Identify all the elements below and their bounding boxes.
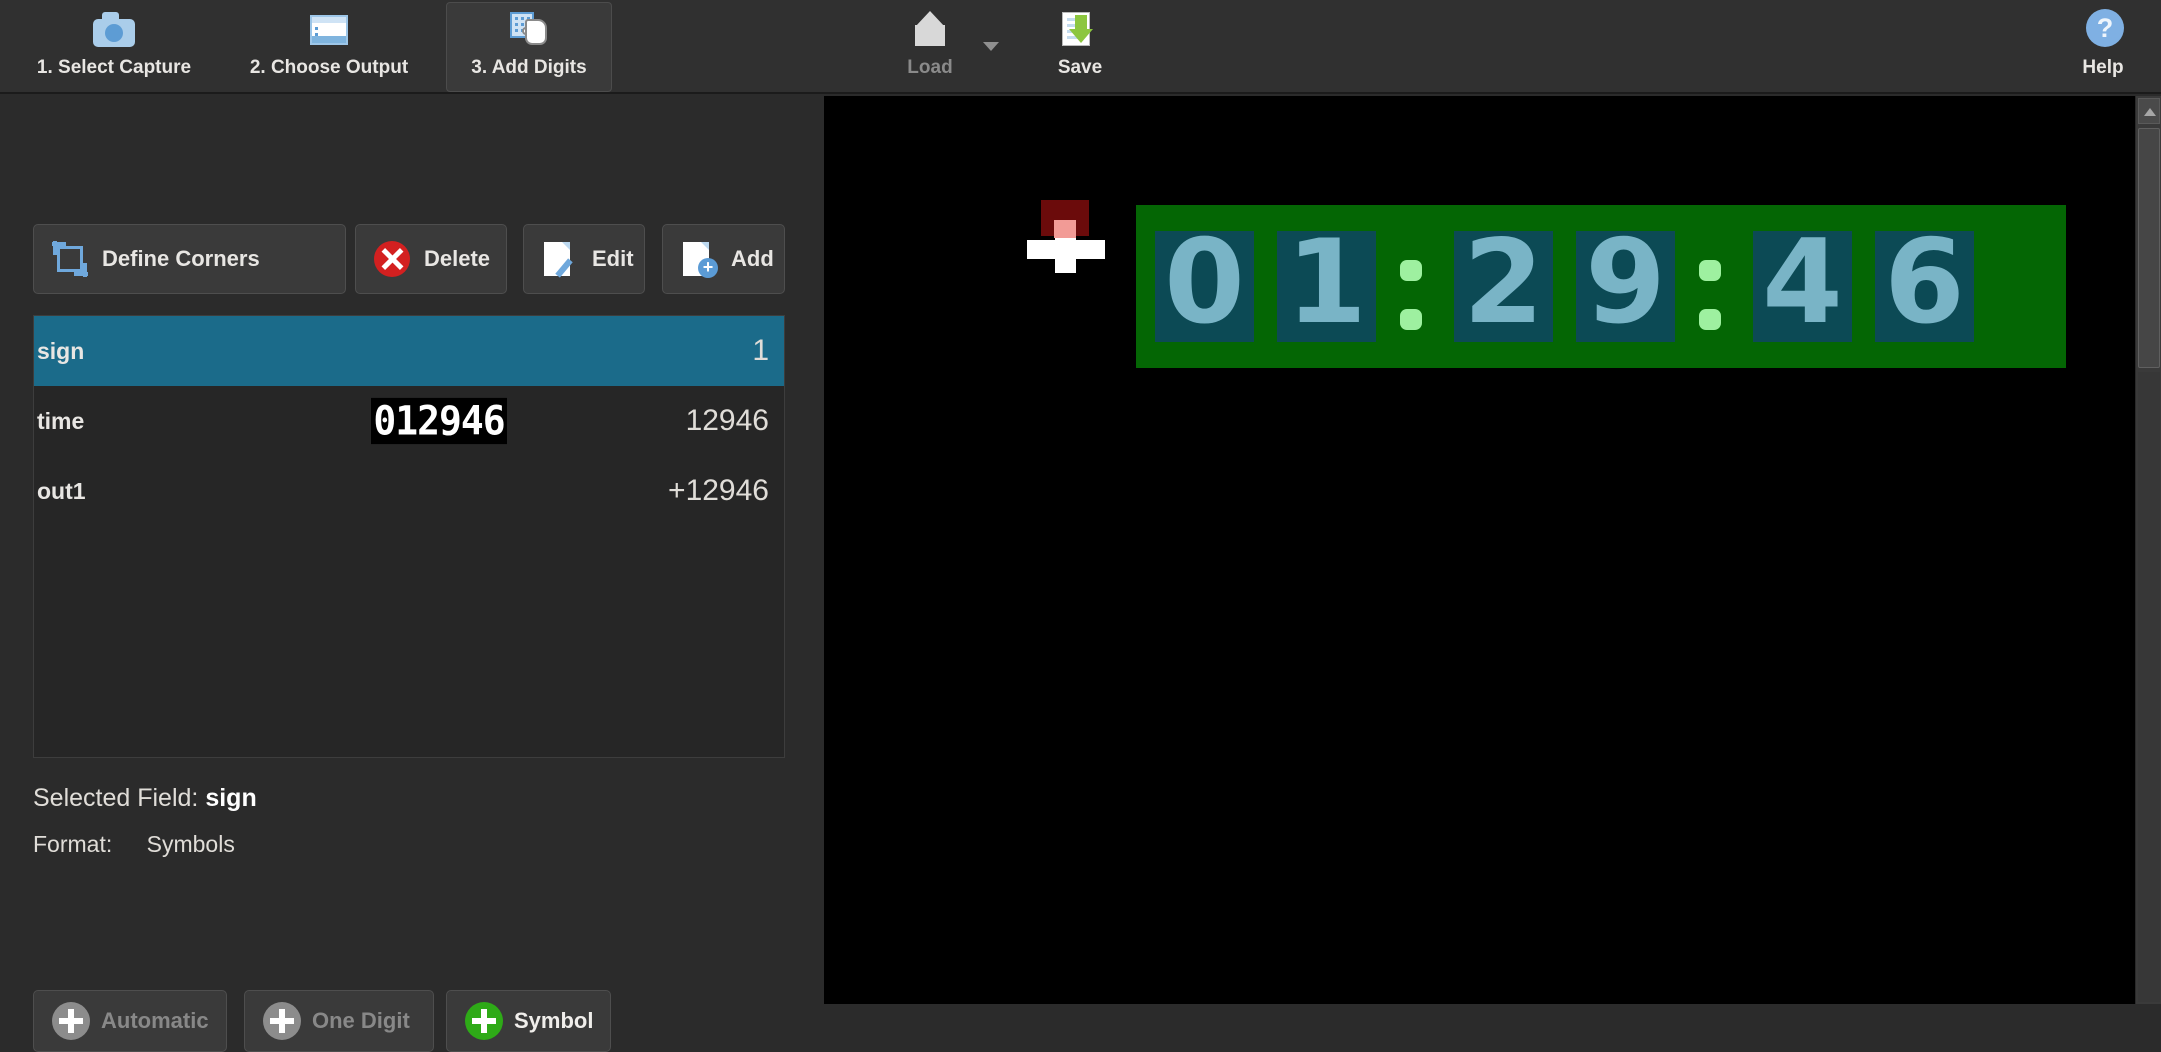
canvas-vertical-scrollbar[interactable] (2135, 96, 2161, 1004)
table-row[interactable]: time 012946 12946 (34, 386, 784, 456)
add-button[interactable]: + Add (662, 224, 785, 294)
digit-cell[interactable]: 1 (1277, 231, 1376, 342)
edit-button[interactable]: Edit (523, 224, 645, 294)
selected-field-label: Selected Field: (33, 784, 199, 812)
digit-cell[interactable]: 2 (1454, 231, 1553, 342)
edit-label: Edit (592, 246, 634, 271)
delete-label: Delete (424, 246, 491, 271)
digits-hand-icon (506, 7, 552, 51)
add-automatic-button[interactable]: Automatic (33, 990, 227, 1052)
colon-dot-icon (1400, 309, 1422, 330)
field-value: +12946 (668, 474, 769, 507)
sign-symbol-marker[interactable] (1027, 200, 1107, 273)
load-icon (907, 7, 953, 51)
plus-vertical-bar (1055, 233, 1076, 273)
capture-canvas[interactable]: 0 1 2 9 4 6 (824, 96, 2135, 1004)
field-value: 1 (752, 334, 769, 367)
help-button[interactable]: ? Help (2055, 2, 2151, 92)
add-one-digit-button[interactable]: One Digit (244, 990, 434, 1052)
scrollbar-thumb[interactable] (2138, 128, 2160, 368)
add-automatic-label: Automatic (101, 1008, 209, 1033)
scrollbar-track[interactable] (2138, 372, 2160, 1002)
crop-corners-icon (50, 239, 90, 279)
delete-button[interactable]: Delete (355, 224, 507, 294)
ribbon-step-label: 2. Choose Output (249, 57, 409, 78)
help-icon: ? (2080, 7, 2126, 51)
document-add-icon: + (679, 239, 719, 279)
add-label: Add (731, 246, 774, 271)
format-value: Symbols (146, 831, 235, 857)
format-label: Format: (33, 831, 113, 857)
save-icon (1057, 7, 1103, 51)
digit-cell[interactable]: 4 (1753, 231, 1852, 342)
document-edit-icon (540, 239, 580, 279)
help-question-glyph: ? (2086, 9, 2124, 47)
window-icon (306, 7, 352, 51)
ribbon-step-label: 1. Select Capture (36, 57, 192, 78)
field-list[interactable]: sign 1 time 012946 12946 out1 +12946 (33, 315, 785, 758)
left-panel: Define Corners Delete Edit + Add sign 1 … (0, 96, 824, 1052)
delete-circle-icon (372, 239, 412, 279)
camera-icon (91, 7, 137, 51)
define-corners-button[interactable]: Define Corners (33, 224, 346, 294)
ribbon-step-select-capture[interactable]: 1. Select Capture (14, 2, 214, 92)
table-row[interactable]: sign 1 (34, 316, 784, 386)
field-name: out1 (37, 477, 86, 504)
help-button-label: Help (2082, 57, 2124, 78)
seven-segment-display: 0 1 2 9 4 6 (1136, 205, 2066, 368)
digit-cell[interactable]: 6 (1875, 231, 1974, 342)
ribbon-step-choose-output[interactable]: 2. Choose Output (232, 2, 426, 92)
selected-field-value: sign (205, 784, 257, 812)
digit-cell[interactable]: 9 (1576, 231, 1675, 342)
define-corners-label: Define Corners (102, 246, 260, 271)
colon-dot-icon (1699, 260, 1721, 281)
table-row[interactable]: out1 +12946 (34, 456, 784, 526)
top-ribbon: 1. Select Capture 2. Choose Output 3. Ad… (0, 0, 2161, 94)
add-symbol-button[interactable]: Symbol (446, 990, 611, 1052)
plus-icon (52, 1002, 90, 1040)
field-value: 12946 (685, 404, 769, 437)
field-preview-bitmap: 012946 (371, 397, 507, 445)
load-button[interactable]: Load (870, 2, 990, 92)
ribbon-step-add-digits[interactable]: 3. Add Digits (446, 2, 612, 92)
add-symbol-label: Symbol (514, 1008, 594, 1033)
load-button-label: Load (907, 57, 953, 78)
field-name: sign (37, 337, 85, 364)
plus-icon (465, 1002, 503, 1040)
field-name: time (37, 407, 85, 434)
ribbon-step-label: 3. Add Digits (471, 57, 587, 78)
colon-dot-icon (1699, 309, 1721, 330)
digit-cell[interactable]: 0 (1155, 231, 1254, 342)
format-line: Format: Symbols (33, 831, 235, 858)
plus-icon (263, 1002, 301, 1040)
field-preview: 012946 (334, 397, 544, 445)
selected-field-line: Selected Field: sign (33, 784, 257, 813)
save-button-label: Save (1057, 57, 1103, 78)
load-dropdown-caret-icon[interactable] (983, 42, 999, 51)
save-button[interactable]: Save (1020, 2, 1140, 92)
colon-dot-icon (1400, 260, 1422, 281)
scroll-up-arrow-icon[interactable] (2138, 98, 2160, 124)
plus-overlap-tint (1054, 220, 1076, 238)
add-one-digit-label: One Digit (312, 1008, 410, 1033)
